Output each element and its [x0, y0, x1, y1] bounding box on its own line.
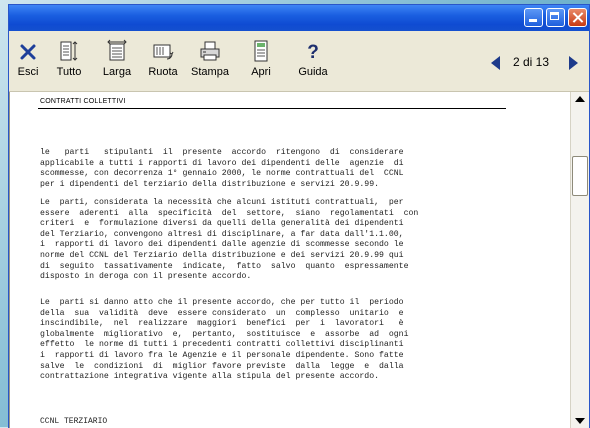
open-document-icon	[254, 40, 268, 62]
document-footer: CCNL TERZIARIO	[40, 417, 108, 426]
tutto-button[interactable]: Tutto	[49, 39, 89, 87]
viewer-window: Esci Tutto Larga Ruota Stampa Apri ? Gui…	[8, 4, 590, 428]
ruota-button[interactable]: Ruota	[143, 39, 183, 87]
title-bar	[9, 5, 589, 31]
page-indicator: 2 di 13	[513, 55, 550, 69]
apri-label: Apri	[251, 66, 271, 78]
larga-button[interactable]: Larga	[97, 39, 137, 87]
document-page: CONTRATTI COLLETTIVI le parti stipulanti…	[9, 92, 571, 428]
document-header: CONTRATTI COLLETTIVI	[40, 98, 126, 105]
next-page-icon[interactable]	[569, 56, 578, 70]
scroll-up-icon[interactable]	[575, 96, 585, 102]
apri-button[interactable]: Apri	[241, 39, 281, 87]
vertical-scrollbar[interactable]	[570, 92, 589, 428]
stampa-label: Stampa	[191, 66, 229, 78]
tutto-label: Tutto	[56, 66, 82, 78]
paragraph-1: le parti stipulanti il presente accordo …	[40, 148, 404, 189]
guida-label: Guida	[298, 66, 328, 78]
ruota-label: Ruota	[148, 66, 178, 78]
printer-icon	[200, 41, 220, 61]
header-divider	[38, 108, 506, 109]
scroll-thumb[interactable]	[572, 156, 588, 196]
page-navigator: 2 di 13	[491, 53, 581, 73]
stampa-button[interactable]: Stampa	[187, 39, 233, 87]
guida-button[interactable]: ? Guida	[293, 39, 333, 87]
larga-label: Larga	[102, 66, 132, 78]
scroll-down-icon[interactable]	[575, 418, 585, 424]
minimize-button[interactable]	[524, 8, 543, 27]
maximize-button[interactable]	[546, 8, 565, 27]
esci-label: Esci	[17, 66, 39, 78]
help-icon: ?	[307, 42, 319, 63]
fit-page-icon	[60, 41, 78, 61]
svg-text:?: ?	[307, 42, 319, 63]
paragraph-3: Le parti si danno atto che il presente a…	[40, 298, 409, 382]
toolbar: Esci Tutto Larga Ruota Stampa Apri ? Gui…	[9, 31, 589, 92]
rotate-icon	[153, 44, 174, 60]
document-area: CONTRATTI COLLETTIVI le parti stipulanti…	[9, 92, 589, 428]
close-window-button[interactable]	[568, 8, 587, 27]
previous-page-icon[interactable]	[491, 56, 500, 70]
esci-button[interactable]: Esci	[15, 39, 41, 87]
paragraph-2: Le parti, considerata la necessità che a…	[40, 198, 419, 282]
fit-width-icon	[107, 39, 127, 61]
close-x-icon	[20, 44, 36, 60]
